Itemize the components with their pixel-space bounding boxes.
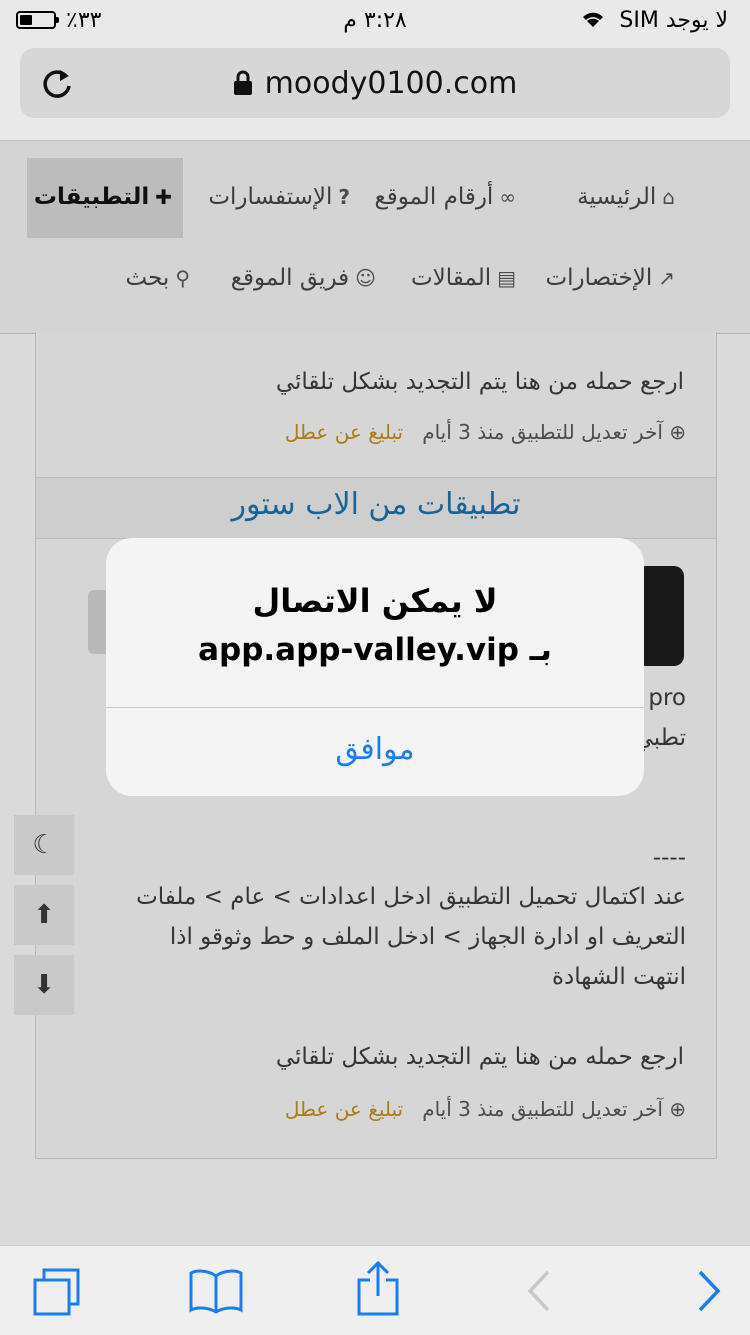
share-icon[interactable] [356,1260,400,1316]
alert-title: لا يمكن الاتصال [252,582,498,620]
url-text[interactable]: moody0100.com [20,66,730,101]
alert-dialog: لا يمكن الاتصال بـ app.app-valley.vip مو… [106,538,644,796]
wifi-icon [583,12,604,27]
dark-mode-button[interactable]: ☾ [14,815,74,875]
lock-icon [233,70,252,95]
bookmarks-icon[interactable] [188,1268,244,1314]
alert-divider [106,707,644,708]
status-bar: ٪٣٣ ٣:٢٨ م لا يوجد SIM [0,0,750,40]
tabs-icon[interactable] [32,1268,82,1316]
forward-icon[interactable] [694,1268,724,1314]
ok-button[interactable]: موافق [106,732,644,767]
arrow-up-icon: ⬆ [33,900,55,930]
scroll-down-button[interactable]: ⬇ [14,955,74,1015]
scroll-up-button[interactable]: ⬆ [14,885,74,945]
browser-toolbar [0,1245,750,1335]
address-bar[interactable]: moody0100.com [20,48,730,118]
moon-icon: ☾ [32,830,56,860]
carrier-label: لا يوجد SIM [580,8,728,33]
back-icon[interactable] [524,1268,554,1314]
arrow-down-icon: ⬇ [33,970,55,1000]
alert-message: بـ app.app-valley.vip [198,632,552,668]
